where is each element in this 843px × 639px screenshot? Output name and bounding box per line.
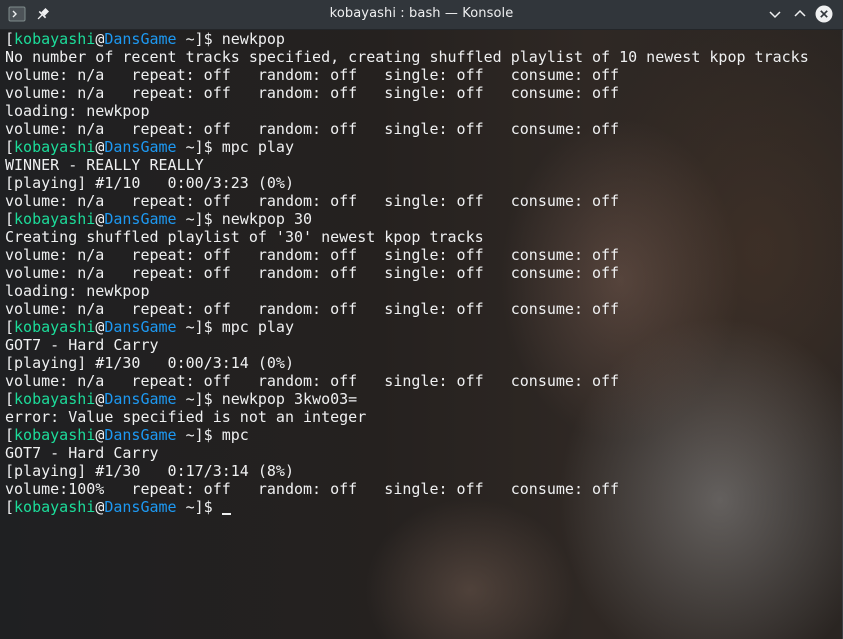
prompt-hostname: DansGame <box>104 390 177 408</box>
prompt-close: ]$ <box>194 210 222 228</box>
prompt-at-sign: @ <box>95 30 105 48</box>
close-icon[interactable] <box>815 5 833 23</box>
output-line: Creating shuffled playlist of '30' newes… <box>5 228 484 246</box>
command-text: newkpop 3kwo03= <box>221 390 358 408</box>
prompt-open-bracket: [ <box>5 498 15 516</box>
command-text: mpc <box>221 426 249 444</box>
prompt-hostname: DansGame <box>104 498 177 516</box>
output-line: GOT7 - Hard Carry <box>5 444 159 462</box>
prompt-at-sign: @ <box>95 426 105 444</box>
output-line: volume: n/a repeat: off random: off sing… <box>5 372 620 390</box>
terminal-lines: [kobayashi@DansGame ~]$ newkpop No number… <box>5 30 809 516</box>
prompt-username: kobayashi <box>14 390 96 408</box>
prompt-hostname: DansGame <box>104 30 177 48</box>
prompt-username: kobayashi <box>14 426 96 444</box>
terminal-output-area[interactable]: [kobayashi@DansGame ~]$ newkpop No number… <box>0 30 843 639</box>
output-line: [playing] #1/10 0:00/3:23 (0%) <box>5 174 294 192</box>
output-line: WINNER - REALLY REALLY <box>5 156 204 174</box>
prompt-directory: ~ <box>176 318 195 336</box>
prompt-at-sign: @ <box>95 210 105 228</box>
prompt-line: [kobayashi@DansGame ~]$ <box>5 498 809 516</box>
prompt-close: ]$ <box>194 498 222 516</box>
output-line: loading: newkpop <box>5 282 150 300</box>
output-line: error: Value specified is not an integer <box>5 408 367 426</box>
prompt-at-sign: @ <box>95 318 105 336</box>
prompt-directory: ~ <box>176 426 195 444</box>
output-line: [playing] #1/30 0:00/3:14 (0%) <box>5 354 294 372</box>
prompt-close: ]$ <box>194 426 222 444</box>
prompt-open-bracket: [ <box>5 210 15 228</box>
output-line: [playing] #1/30 0:17/3:14 (8%) <box>5 462 294 480</box>
text-cursor <box>221 513 231 515</box>
output-line: volume: n/a repeat: off random: off sing… <box>5 300 620 318</box>
prompt-open-bracket: [ <box>5 30 15 48</box>
output-line: volume: n/a repeat: off random: off sing… <box>5 120 620 138</box>
prompt-username: kobayashi <box>14 210 96 228</box>
prompt-at-sign: @ <box>95 390 105 408</box>
prompt-directory: ~ <box>176 138 195 156</box>
prompt-directory: ~ <box>176 390 195 408</box>
prompt-username: kobayashi <box>14 498 96 516</box>
prompt-username: kobayashi <box>14 318 96 336</box>
prompt-close: ]$ <box>194 318 222 336</box>
prompt-open-bracket: [ <box>5 318 15 336</box>
command-text: mpc play <box>221 318 294 336</box>
chevron-up-icon[interactable] <box>791 5 809 23</box>
prompt-line: [kobayashi@DansGame ~]$ newkpop 3kwo03= <box>5 390 809 408</box>
prompt-line: [kobayashi@DansGame ~]$ mpc play <box>5 138 809 156</box>
prompt-close: ]$ <box>194 390 222 408</box>
output-line: loading: newkpop <box>5 102 150 120</box>
prompt-hostname: DansGame <box>104 318 177 336</box>
prompt-line: [kobayashi@DansGame ~]$ mpc play <box>5 318 809 336</box>
prompt-open-bracket: [ <box>5 426 15 444</box>
prompt-open-bracket: [ <box>5 138 15 156</box>
prompt-directory: ~ <box>176 30 195 48</box>
prompt-line: [kobayashi@DansGame ~]$ newkpop 30 <box>5 210 809 228</box>
prompt-at-sign: @ <box>95 138 105 156</box>
prompt-username: kobayashi <box>14 138 96 156</box>
output-line: volume: n/a repeat: off random: off sing… <box>5 192 620 210</box>
output-line: volume: n/a repeat: off random: off sing… <box>5 84 620 102</box>
chevron-down-icon[interactable] <box>766 5 784 23</box>
output-line: No number of recent tracks specified, cr… <box>5 48 809 66</box>
prompt-line: [kobayashi@DansGame ~]$ newkpop <box>5 30 809 48</box>
prompt-directory: ~ <box>176 498 195 516</box>
output-line: volume: n/a repeat: off random: off sing… <box>5 66 620 84</box>
command-text: newkpop <box>221 30 285 48</box>
output-line: volume: n/a repeat: off random: off sing… <box>5 264 620 282</box>
prompt-close: ]$ <box>194 30 222 48</box>
command-text: newkpop 30 <box>221 210 313 228</box>
output-line: volume: n/a repeat: off random: off sing… <box>5 246 620 264</box>
output-line: volume:100% repeat: off random: off sing… <box>5 480 620 498</box>
prompt-hostname: DansGame <box>104 138 177 156</box>
command-text: mpc play <box>221 138 294 156</box>
prompt-at-sign: @ <box>95 498 105 516</box>
output-line: GOT7 - Hard Carry <box>5 336 159 354</box>
prompt-close: ]$ <box>194 138 222 156</box>
title-bar[interactable]: kobayashi : bash — Konsole <box>0 0 843 30</box>
prompt-hostname: DansGame <box>104 426 177 444</box>
window-title: kobayashi : bash — Konsole <box>329 6 514 21</box>
konsole-window: kobayashi : bash — Konsole [kobayashi@Da… <box>0 0 843 639</box>
prompt-username: kobayashi <box>14 30 96 48</box>
prompt-hostname: DansGame <box>104 210 177 228</box>
prompt-line: [kobayashi@DansGame ~]$ mpc <box>5 426 809 444</box>
prompt-directory: ~ <box>176 210 195 228</box>
prompt-open-bracket: [ <box>5 390 15 408</box>
